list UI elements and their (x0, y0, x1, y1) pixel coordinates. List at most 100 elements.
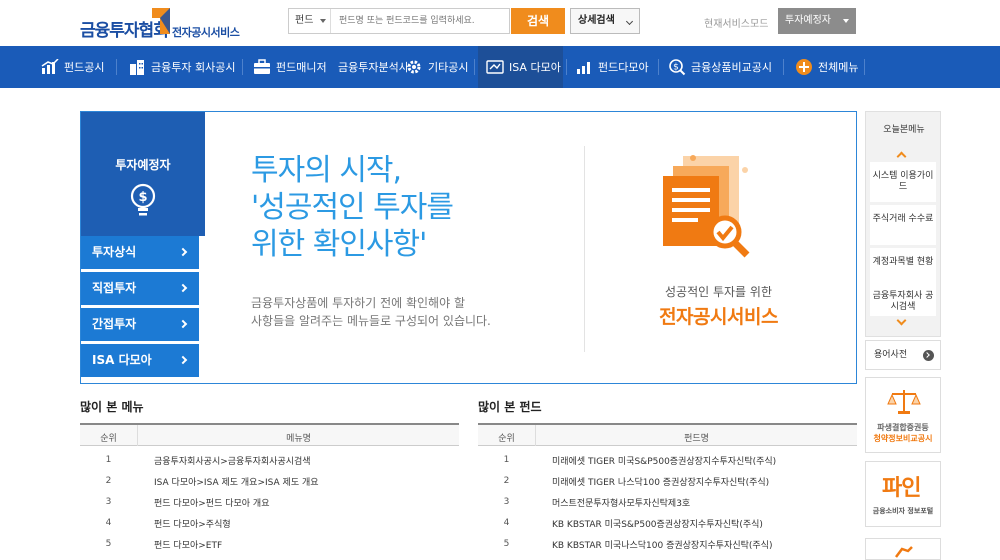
hero-panel: 투자예정자 $ 투자상식 직접투자 간접투자 ISA 다모아 투자의 시작, '… (80, 111, 857, 384)
table-row[interactable]: 5 KB KBSTAR 미국나스닥100 증권상장지수투자신탁(주식) (478, 533, 857, 554)
search-category-value: 펀드 (295, 15, 314, 26)
table-row[interactable]: 2 ISA 다모아>ISA 제도 개요>ISA 제도 개요 (80, 470, 459, 491)
derivative-subscription-banner[interactable]: 파생결합증권등 청약정보비교공시 (865, 377, 941, 453)
glossary-link[interactable]: 용어사전 (865, 340, 941, 370)
side-tab-direct-investment[interactable]: 직접투자 (81, 272, 199, 305)
chevron-right-icon (178, 283, 188, 293)
column-header-menu: 메뉴명 (137, 425, 459, 446)
chevron-up-icon[interactable] (896, 151, 907, 162)
table-row[interactable]: 1 미래에셋 TIGER 미국S&P500증권상장지수투자신탁(주식) (478, 449, 857, 470)
nav-fund-disclosure[interactable]: 펀드공시 (41, 46, 104, 88)
svg-text:$: $ (673, 63, 679, 73)
banner-line-1: 파생결합증권등 (877, 423, 929, 432)
glossary-label: 용어사전 (874, 350, 908, 360)
logo-sub-text: 전자공시서비스 (172, 26, 240, 39)
plus-circle-icon (795, 58, 813, 76)
column-header-rank: 순위 (498, 434, 515, 444)
service-mode-label: 현재서비스모드 (704, 19, 769, 30)
nav-company-disclosure[interactable]: 금융투자 회사공시 (128, 46, 235, 88)
fund-name-cell[interactable]: 미래에셋 TIGER 나스닥100 증권상장지수투자신탁(주식) (552, 475, 769, 488)
nav-label: ISA 다모아 (509, 61, 561, 74)
fund-name-cell[interactable]: KB KBSTAR 미국S&P500증권상장지수투자신탁(주식) (552, 517, 763, 530)
nav-divider (658, 59, 659, 75)
table-row[interactable]: 5 펀드 다모아>ETF (80, 533, 459, 554)
rank-cell: 4 (503, 518, 510, 528)
menu-name-cell[interactable]: 펀드 다모아>ETF (154, 538, 222, 551)
column-header-rank: 순위 (100, 434, 117, 444)
briefcase-icon (253, 58, 271, 76)
recent-menu-item[interactable]: 주식거래 수수료 (870, 205, 936, 245)
side-tab-isa-damoa[interactable]: ISA 다모아 (81, 344, 199, 377)
chevron-down-icon[interactable] (896, 315, 907, 326)
nav-product-compare[interactable]: $ 금융상품비교공시 (668, 46, 772, 88)
nav-fund-manager[interactable]: 펀드매니저 (253, 46, 327, 88)
side-tab-indirect-investment[interactable]: 간접투자 (81, 308, 199, 341)
chevron-right-icon (178, 355, 188, 365)
recent-menu-item[interactable]: 시스템 이용가이드 (870, 162, 936, 202)
svg-text:$: $ (138, 190, 147, 205)
hero-headline: 투자의 시작, '성공적인 투자를 위한 확인사항' (251, 152, 454, 263)
fund-name-cell[interactable]: KB KBSTAR 미국나스닥100 증권상장지수투자신탁(주식) (552, 538, 772, 551)
nav-label: 펀드매니저 (276, 61, 327, 74)
recent-menu-item[interactable]: 금융투자회사 공시검색 (870, 288, 936, 316)
nav-isa-damoa[interactable]: ISA 다모아 (478, 46, 563, 88)
side-tab-label: 투자상식 (92, 245, 137, 259)
nav-label: 금융상품비교공시 (691, 61, 772, 74)
side-tab-label: 간접투자 (92, 317, 137, 331)
side-tab-investment-basics[interactable]: 투자상식 (81, 236, 199, 269)
extra-banner[interactable] (865, 538, 941, 560)
detail-search-button[interactable]: 상세검색 (570, 8, 640, 34)
rank-cell: 1 (105, 455, 112, 465)
table-row[interactable]: 3 머스트전문투자형사모투자신탁제3호 (478, 491, 857, 512)
service-mode-value: 투자예정자 (785, 15, 831, 26)
search-button[interactable]: 검색 (511, 8, 565, 34)
table-row[interactable]: 3 펀드 다모아>펀드 다모아 개요 (80, 491, 459, 512)
nav-label: 전체메뉴 (818, 61, 859, 74)
fund-name-cell[interactable]: 미래에셋 TIGER 미국S&P500증권상장지수투자신탁(주식) (552, 454, 776, 467)
table-header: 순위 펀드명 (478, 423, 857, 446)
menu-name-cell[interactable]: 펀드 다모아>주식형 (154, 517, 231, 530)
rank-cell: 2 (503, 476, 510, 486)
fine-portal-banner[interactable]: 파인 금융소비자 정보포털 (865, 461, 941, 527)
service-mode-select[interactable]: 투자예정자 (778, 8, 856, 34)
nav-all-menu[interactable]: 전체메뉴 (795, 46, 858, 88)
menu-name-cell[interactable]: 금융투자회사공시>금융투자회사공시검색 (154, 454, 311, 467)
rank-cell: 1 (503, 455, 510, 465)
banner-line-2: 청약정보비교공시 (873, 434, 933, 443)
side-tab-list: 투자상식 직접투자 간접투자 ISA 다모아 (81, 236, 205, 380)
investor-side-header: 투자예정자 $ (81, 112, 205, 236)
main-nav: 펀드공시 금융투자 회사공시 펀드매니저 금융투자분석사 기타공시 ISA 다모… (0, 46, 1000, 88)
recent-menu-item[interactable]: 계정과목별 현황 (870, 248, 936, 288)
bar-chart-icon (41, 58, 59, 76)
table-header: 순위 메뉴명 (80, 423, 459, 446)
fine-portal-subtitle: 금융소비자 정보포털 (872, 507, 934, 515)
search-input[interactable] (333, 9, 507, 33)
menu-name-cell[interactable]: 펀드 다모아>펀드 다모아 개요 (154, 496, 269, 509)
fine-logo-text: 파인 (882, 476, 921, 501)
nav-label: 기타공시 (428, 61, 469, 74)
document-search-icon (663, 155, 750, 258)
nav-label: 펀드다모아 (598, 61, 649, 74)
nav-fund-damoa[interactable]: 펀드다모아 (575, 46, 649, 88)
table-body: 1 미래에셋 TIGER 미국S&P500증권상장지수투자신탁(주식) 2 미래에셋… (478, 446, 857, 554)
gear-icon (405, 58, 423, 76)
menu-name-cell[interactable]: ISA 다모아>ISA 제도 개요>ISA 제도 개요 (154, 475, 319, 488)
rank-cell: 5 (503, 539, 510, 549)
nav-other-disclosure[interactable]: 기타공시 (405, 46, 468, 88)
logo-mark-icon (152, 8, 170, 34)
kofia-logo[interactable]: 금융투자협회 전자공시서비스 (80, 6, 260, 42)
caret-down-icon (843, 19, 849, 23)
table-row[interactable]: 2 미래에셋 TIGER 나스닥100 증권상장지수투자신탁(주식) (478, 470, 857, 491)
lightbulb-dollar-icon: $ (130, 183, 156, 216)
table-row[interactable]: 1 금융투자회사공시>금융투자회사공시검색 (80, 449, 459, 470)
nav-divider (116, 59, 117, 75)
hero-description: 금융투자상품에 투자하기 전에 확인해야 할 사항들을 알려주는 메뉴들로 구성… (251, 294, 491, 330)
search-category-select[interactable]: 펀드 (289, 9, 331, 33)
nav-analyst[interactable]: 금융투자분석사 (338, 46, 409, 88)
search-box: 펀드 (288, 8, 510, 34)
table-row[interactable]: 4 펀드 다모아>주식형 (80, 512, 459, 533)
popular-menu-section: 많이 본 메뉴 순위 메뉴명 1 금융투자회사공시>금융투자회사공시검색 2 ISA… (80, 398, 459, 554)
table-row[interactable]: 4 KB KBSTAR 미국S&P500증권상장지수투자신탁(주식) (478, 512, 857, 533)
nav-divider (474, 59, 475, 75)
fund-name-cell[interactable]: 머스트전문투자형사모투자신탁제3호 (552, 496, 690, 509)
